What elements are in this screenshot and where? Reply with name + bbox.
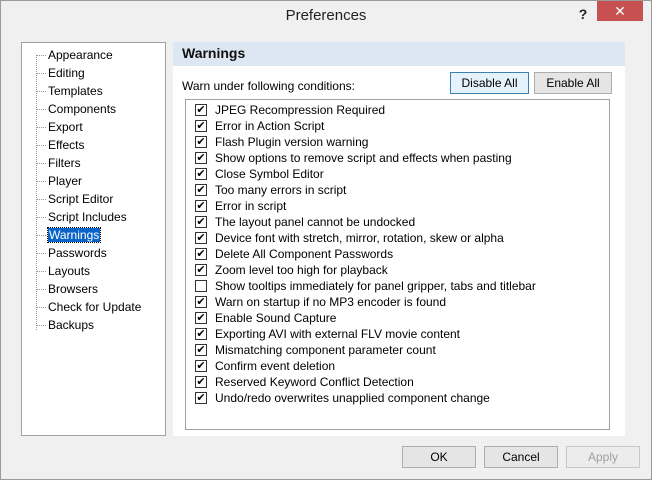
warning-label: Zoom level too high for playback [215, 263, 388, 277]
warning-checkbox[interactable]: ✔ [195, 392, 207, 404]
warning-checkbox[interactable]: ✔ [195, 136, 207, 148]
sidebar-item[interactable]: Browsers [36, 281, 99, 297]
warning-checkbox[interactable]: ✔ [195, 120, 207, 132]
sidebar-item-label: Appearance [48, 48, 113, 62]
warning-label: Close Symbol Editor [215, 167, 324, 181]
enable-all-button[interactable]: Enable All [534, 72, 612, 94]
help-button[interactable]: ? [573, 4, 593, 24]
sidebar-item-label: Templates [48, 84, 103, 98]
sidebar-item[interactable]: Appearance [37, 47, 113, 63]
sidebar-item[interactable]: Passwords [37, 245, 107, 261]
sidebar-item-label: Script Includes [48, 210, 127, 224]
sidebar-item-label: Filters [48, 156, 81, 170]
sidebar-item-label: Warnings [46, 227, 102, 243]
warning-checkbox[interactable]: ✔ [195, 216, 207, 228]
panel-title: Warnings [182, 45, 246, 61]
sidebar-item-label: Export [48, 120, 83, 134]
preferences-window: Preferences ? ✕ Appearance Editing Templat… [0, 0, 652, 480]
title-bar[interactable]: Preferences ? ✕ [1, 1, 651, 32]
sidebar-item[interactable]: Effects [36, 137, 85, 153]
warning-label: Delete All Component Passwords [215, 247, 394, 261]
sidebar-item-label: Browsers [48, 282, 99, 296]
sidebar-item[interactable]: Warnings [36, 227, 102, 243]
warning-checkbox[interactable]: ✔ [195, 152, 207, 164]
disable-all-button[interactable]: Disable All [450, 72, 529, 94]
warning-label: Too many errors in script [215, 183, 347, 197]
warning-label: Error in script [215, 199, 287, 213]
sidebar-item-label: Passwords [48, 246, 107, 260]
warning-checkbox[interactable]: ✔ [195, 200, 207, 212]
warning-label: Flash Plugin version warning [215, 135, 369, 149]
warning-label: Reserved Keyword Conflict Detection [215, 375, 414, 389]
window-title: Preferences [285, 7, 367, 24]
conditions-label: Warn under following conditions: [182, 79, 355, 93]
warning-label: Enable Sound Capture [215, 311, 337, 325]
close-button[interactable]: ✕ [597, 1, 643, 21]
sidebar-item-label: Editing [48, 66, 85, 80]
sidebar-item-label: Effects [48, 138, 85, 152]
warnings-list[interactable]: ✔ JPEG Recompression Required ✔ Error in Ac… [185, 99, 610, 430]
sidebar-item[interactable]: Backups [36, 317, 95, 333]
ok-button[interactable]: OK [402, 446, 476, 468]
sidebar-item-label: Components [48, 102, 117, 116]
sidebar-item[interactable]: Player [36, 173, 83, 189]
sidebar-item-label: Script Editor [48, 192, 114, 206]
warning-checkbox[interactable]: ✔ [195, 168, 207, 180]
sidebar-item-label: Backups [48, 318, 95, 332]
warning-checkbox[interactable] [195, 280, 207, 292]
sidebar-item-label: Check for Update [48, 300, 142, 314]
warning-label: Show tooltips immediately for panel grip… [215, 279, 536, 293]
warning-checkbox[interactable]: ✔ [195, 312, 207, 324]
warning-checkbox[interactable]: ✔ [195, 344, 207, 356]
apply-button[interactable]: Apply [566, 446, 640, 468]
dialog-footer: OK Cancel Apply [1, 441, 651, 479]
warning-checkbox[interactable]: ✔ [195, 296, 207, 308]
sidebar-item[interactable]: Layouts [36, 263, 91, 279]
category-tree[interactable]: Appearance Editing Templates Components Expo… [21, 42, 166, 436]
warning-label: The layout panel cannot be undocked [215, 215, 416, 229]
warning-checkbox[interactable]: ✔ [195, 248, 207, 260]
panel-header: Warnings [173, 42, 625, 66]
sidebar-item[interactable]: Script Editor [36, 191, 114, 207]
sidebar-item-label: Layouts [48, 264, 91, 278]
warning-checkbox[interactable]: ✔ [195, 264, 207, 276]
warning-checkbox[interactable]: ✔ [195, 104, 207, 116]
warning-label: Confirm event deletion [215, 359, 336, 373]
warning-label: Device font with stretch, mirror, rotati… [215, 231, 504, 245]
warning-checkbox[interactable]: ✔ [195, 360, 207, 372]
sidebar-item[interactable]: Components [36, 101, 117, 117]
warning-checkbox[interactable]: ✔ [195, 376, 207, 388]
warning-checkbox[interactable]: ✔ [195, 184, 207, 196]
warning-label: Error in Action Script [215, 119, 325, 133]
sidebar-item-label: Player [48, 174, 83, 188]
warning-label: Show options to remove script and effect… [215, 151, 512, 165]
warning-label: Warn on startup if no MP3 encoder is fou… [215, 295, 447, 309]
warning-checkbox[interactable]: ✔ [195, 232, 207, 244]
sidebar-item[interactable]: Editing [37, 65, 85, 81]
warning-label: Undo/redo overwrites unapplied component… [215, 391, 490, 405]
warning-label: Exporting AVI with external FLV movie co… [215, 327, 461, 341]
sidebar-item[interactable]: Templates [37, 83, 103, 99]
warning-label: JPEG Recompression Required [215, 103, 386, 117]
warnings-panel: Warnings Warn under following conditions… [173, 42, 625, 436]
sidebar-item[interactable]: Script Includes [37, 209, 127, 225]
sidebar-item[interactable]: Export [37, 119, 83, 135]
cancel-button[interactable]: Cancel [484, 446, 558, 468]
warning-label: Mismatching component parameter count [215, 343, 436, 357]
warning-checkbox[interactable]: ✔ [195, 328, 207, 340]
sidebar-item[interactable]: Check for Update [36, 299, 142, 315]
sidebar-item[interactable]: Filters [37, 155, 81, 171]
